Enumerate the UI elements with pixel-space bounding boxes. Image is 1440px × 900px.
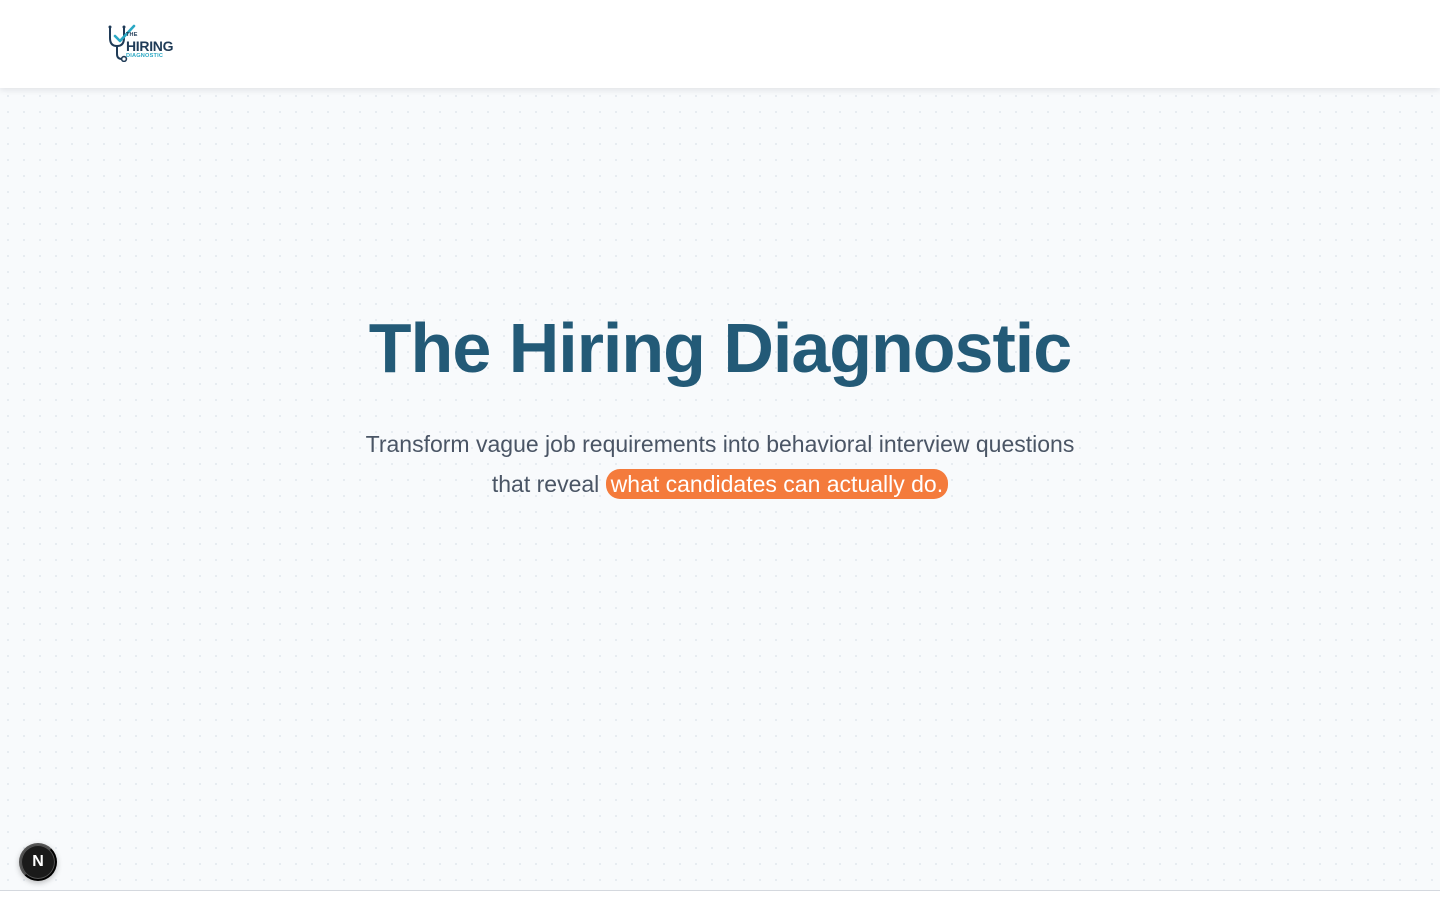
logo-wordmark: THE HIRING DIAGNOSTIC <box>126 32 174 58</box>
hero-title: The Hiring Diagnostic <box>368 309 1072 387</box>
logo-hiring: HIRING <box>126 37 174 54</box>
hero-subtitle-line1: Transform vague job requirements into be… <box>365 431 1075 457</box>
footer <box>0 891 1440 900</box>
hero-subtitle-highlight: what candidates can actually do. <box>605 469 949 499</box>
site-header: THE HIRING DIAGNOSTIC <box>0 0 1440 88</box>
nextjs-icon: N <box>32 853 44 870</box>
hero-subtitle: Transform vague job requirements into be… <box>320 424 1120 504</box>
site-logo[interactable]: THE HIRING DIAGNOSTIC <box>106 24 178 64</box>
nextjs-dev-tools-button[interactable]: N <box>19 843 57 881</box>
hero-subtitle-prefix: that reveal <box>491 471 606 497</box>
